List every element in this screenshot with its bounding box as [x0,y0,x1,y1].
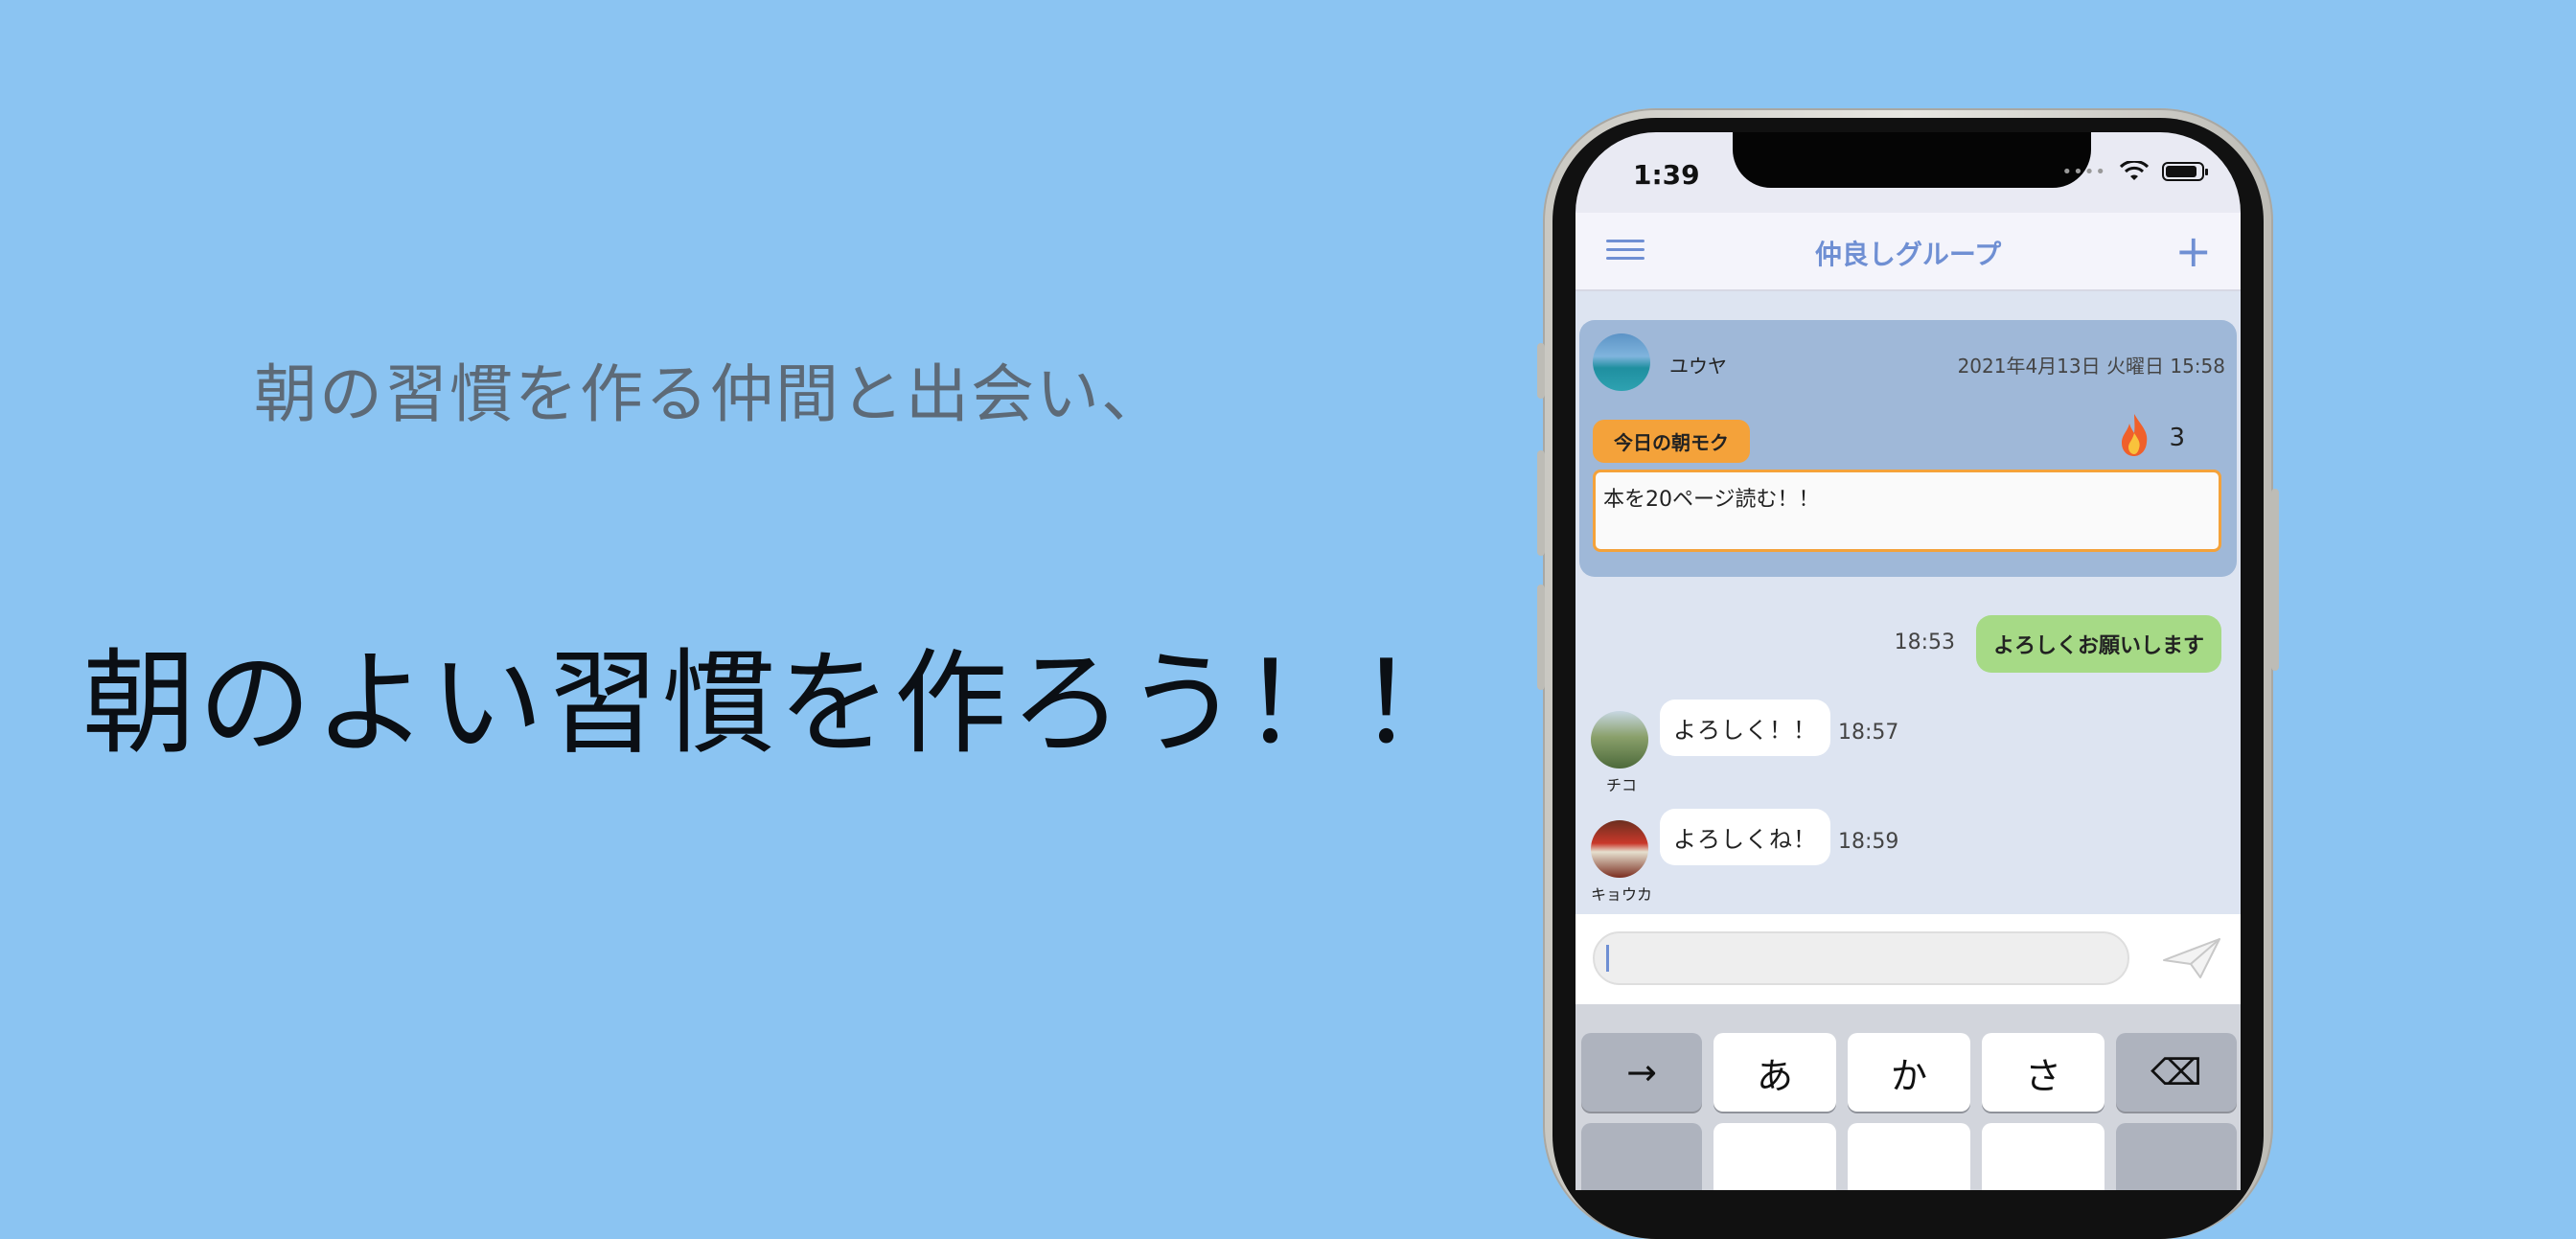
signal-icon: •••• [2061,161,2106,182]
sender-name: チコ [1606,776,1638,794]
text-caret [1606,945,1609,972]
promo-headline: 朝のよい習慣を作ろう！！ [82,637,1475,769]
key-row2[interactable] [1848,1123,1970,1190]
delete-key[interactable]: ⌫ [2116,1033,2237,1112]
avatar[interactable] [1591,711,1648,769]
silent-switch [1537,343,1545,399]
key-next[interactable]: → [1581,1033,1702,1112]
status-time: 1:39 [1633,159,1700,191]
key-a[interactable]: あ [1714,1033,1836,1112]
key-row2[interactable] [1982,1123,2104,1190]
message-time: 18:59 [1838,830,1899,854]
nav-title: 仲良しグループ [1814,239,2002,270]
goal-text: 本を20ページ読む！！ [1593,470,2221,552]
message-time: 18:53 [1894,631,1955,654]
avatar[interactable] [1591,820,1648,878]
nav-bar: 仲良しグループ + [1576,213,2241,291]
my-message-bubble[interactable]: よろしくお願いします [1975,615,2221,673]
volume-down-button [1537,585,1545,690]
key-sa[interactable]: さ [1982,1033,2104,1112]
volume-up-button [1537,450,1545,556]
habit-badge: 今日の朝モク [1593,420,1750,463]
message-input[interactable] [1593,931,2129,985]
message-bubble[interactable]: よろしく！！ [1660,700,1830,756]
fire-icon [2122,414,2148,456]
habit-post-card: ユウヤ 2021年4月13日 火曜日 15:58 今日の朝モク 3 本を20ペー… [1579,320,2237,577]
app-screen: 1:39 •••• 仲良しグループ + ユウヤ 2021年4月13日 火曜日 1… [1576,132,2241,1190]
keyboard: → あ か さ ⌫ [1576,1004,2241,1190]
key-row2[interactable] [1581,1123,1702,1190]
power-button [2271,489,2279,671]
status-icons: •••• [2061,161,2208,182]
send-icon[interactable] [2162,935,2221,981]
streak-count: 3 [2169,424,2185,452]
message-bubble[interactable]: よろしくね！ [1660,809,1830,865]
post-date: 2021年4月13日 火曜日 15:58 [1957,355,2225,378]
message-time: 18:57 [1838,721,1899,745]
wifi-icon [2120,161,2149,180]
key-ka[interactable]: か [1848,1033,1970,1112]
sender-name: キョウカ [1591,885,1653,904]
chat-area[interactable]: ユウヤ 2021年4月13日 火曜日 15:58 今日の朝モク 3 本を20ペー… [1576,291,2241,914]
post-author: ユウヤ [1669,355,1727,378]
promo-subcopy: 朝の習慣を作る仲間と出会い、 [254,357,1166,431]
key-row2[interactable] [2116,1123,2237,1190]
battery-icon [2162,162,2208,181]
notch [1733,132,2091,188]
avatar[interactable] [1593,333,1650,391]
key-row2[interactable] [1714,1123,1836,1190]
message-input-bar [1576,914,2241,1004]
add-icon[interactable]: + [2174,229,2212,273]
